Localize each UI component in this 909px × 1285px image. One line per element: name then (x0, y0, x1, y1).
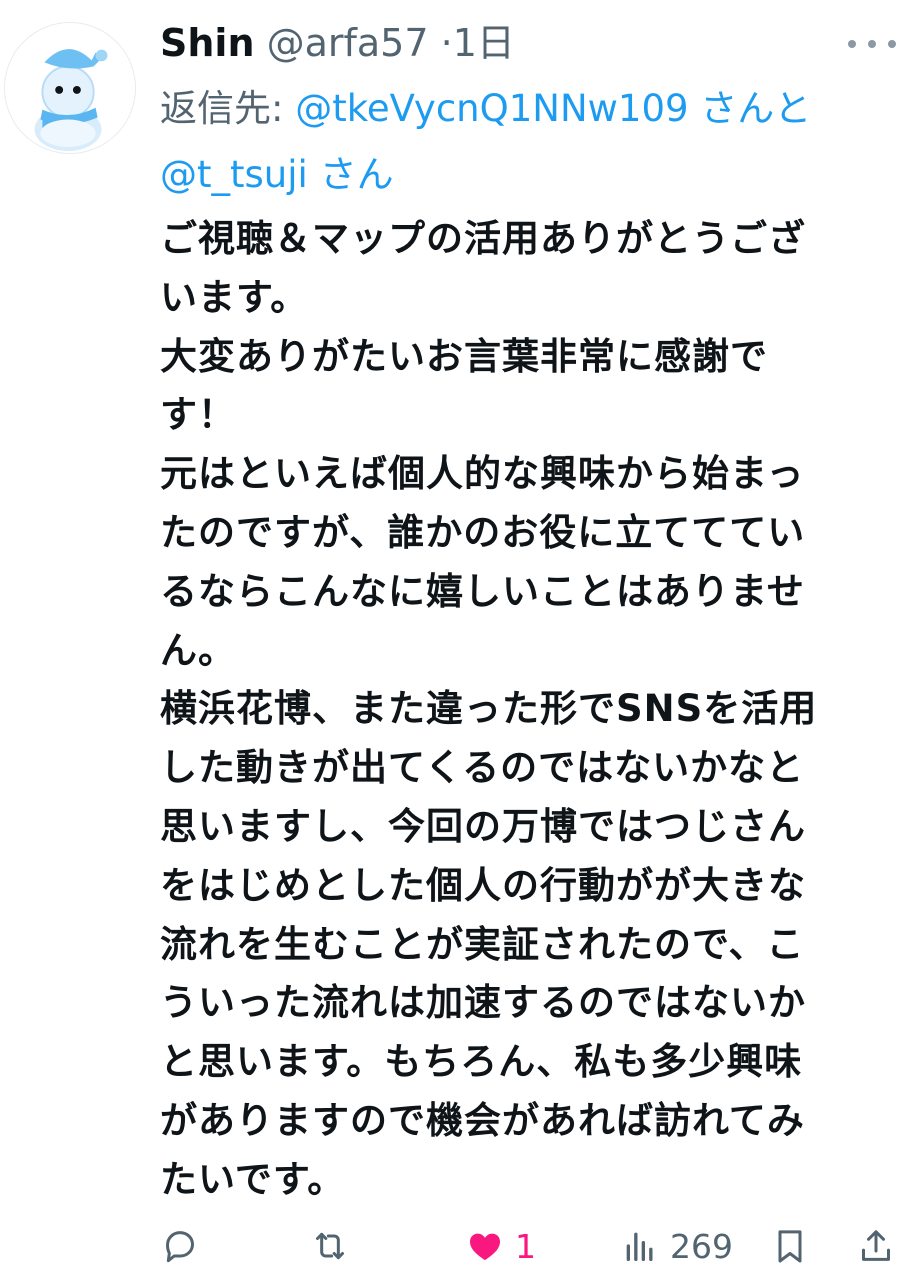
heart-filled-icon (470, 1233, 500, 1261)
author-line: Shin @arfa57 ·1日 (160, 14, 900, 72)
post-text-line: をはじめとした個人の行動がが大きな (160, 863, 806, 907)
bookmark-button[interactable] (770, 1218, 810, 1274)
post-text-line: います。 (160, 275, 309, 319)
like-button[interactable]: 1 (465, 1218, 536, 1274)
more-dot-icon (848, 40, 856, 48)
separator-dot: · (440, 21, 453, 65)
post-text-line: がありますので機会があれば訪れてみ (160, 1098, 805, 1142)
post-time[interactable]: 1日 (453, 21, 515, 65)
reply-to: 返信先: @tkeVycnQ1NNw109 さんと @t_tsuji さん (160, 76, 900, 208)
like-count: 1 (515, 1226, 536, 1266)
reply-prefix: 返信先: (160, 87, 296, 130)
mention-link[interactable]: @tkeVycnQ1NNw109 (295, 87, 688, 130)
post-text-line: ういった流れは加速するのではないか (160, 981, 806, 1025)
bookmark-icon (778, 1230, 802, 1263)
reply-button[interactable] (160, 1218, 200, 1274)
mention-suffix: さん (307, 153, 394, 196)
post-text-line: るならこんなに嬉しいことはありませ (160, 569, 805, 613)
snowman-avatar-image (5, 23, 135, 153)
post-text-line: 横浜花博、また違った形でSNSを活用 (160, 687, 818, 731)
mention-joiner: さんと (688, 87, 812, 130)
post-text-line: ご視聴＆マップの活用ありがとうござ (160, 217, 806, 260)
post: Shin @arfa57 ·1日 返信先: @tkeVycnQ1NNw109 さ… (0, 0, 909, 1285)
more-options-button[interactable] (848, 32, 896, 56)
repost-icon (316, 1232, 344, 1260)
more-dot-icon (888, 40, 896, 48)
reply-icon (166, 1231, 194, 1263)
author-name[interactable]: Shin (160, 21, 255, 65)
views-button[interactable]: 269 (620, 1218, 733, 1274)
action-bar: 1 269 (160, 1218, 900, 1274)
avatar[interactable] (4, 22, 136, 154)
share-icon (862, 1230, 890, 1261)
post-text-line: 思いますし、今回の万博ではつじさん (160, 804, 806, 848)
post-text-line: 流れを生むことが実証されたので、こ (160, 922, 805, 966)
post-text-line: 元はといえば個人的な興味から始まっ (160, 452, 805, 496)
post-text-line: す！ (160, 393, 236, 437)
post-text: ご視聴＆マップの活用ありがとうござ います。 大変ありがたいお言葉非常に感謝で … (160, 210, 890, 1210)
post-text-line: 大変ありがたいお言葉非常に感謝で (160, 334, 768, 378)
post-text-line: した動きが出てくるのではないかなと (160, 746, 805, 790)
repost-button[interactable] (310, 1218, 350, 1274)
mention-link[interactable]: @t_tsuji (160, 153, 308, 196)
post-text-line: たのですが、誰かのお役に立てててい (160, 510, 806, 554)
post-text-line: と思います。もちろん、私も多少興味 (160, 1040, 803, 1084)
views-count: 269 (670, 1226, 733, 1266)
more-dot-icon (868, 40, 876, 48)
post-header: Shin @arfa57 ·1日 返信先: @tkeVycnQ1NNw109 さ… (160, 14, 900, 208)
post-text-line: たいです。 (160, 1157, 346, 1201)
author-handle[interactable]: @arfa57 (267, 21, 429, 65)
views-icon (626, 1232, 653, 1261)
share-button[interactable] (856, 1218, 896, 1274)
post-text-line: ん。 (160, 628, 236, 672)
